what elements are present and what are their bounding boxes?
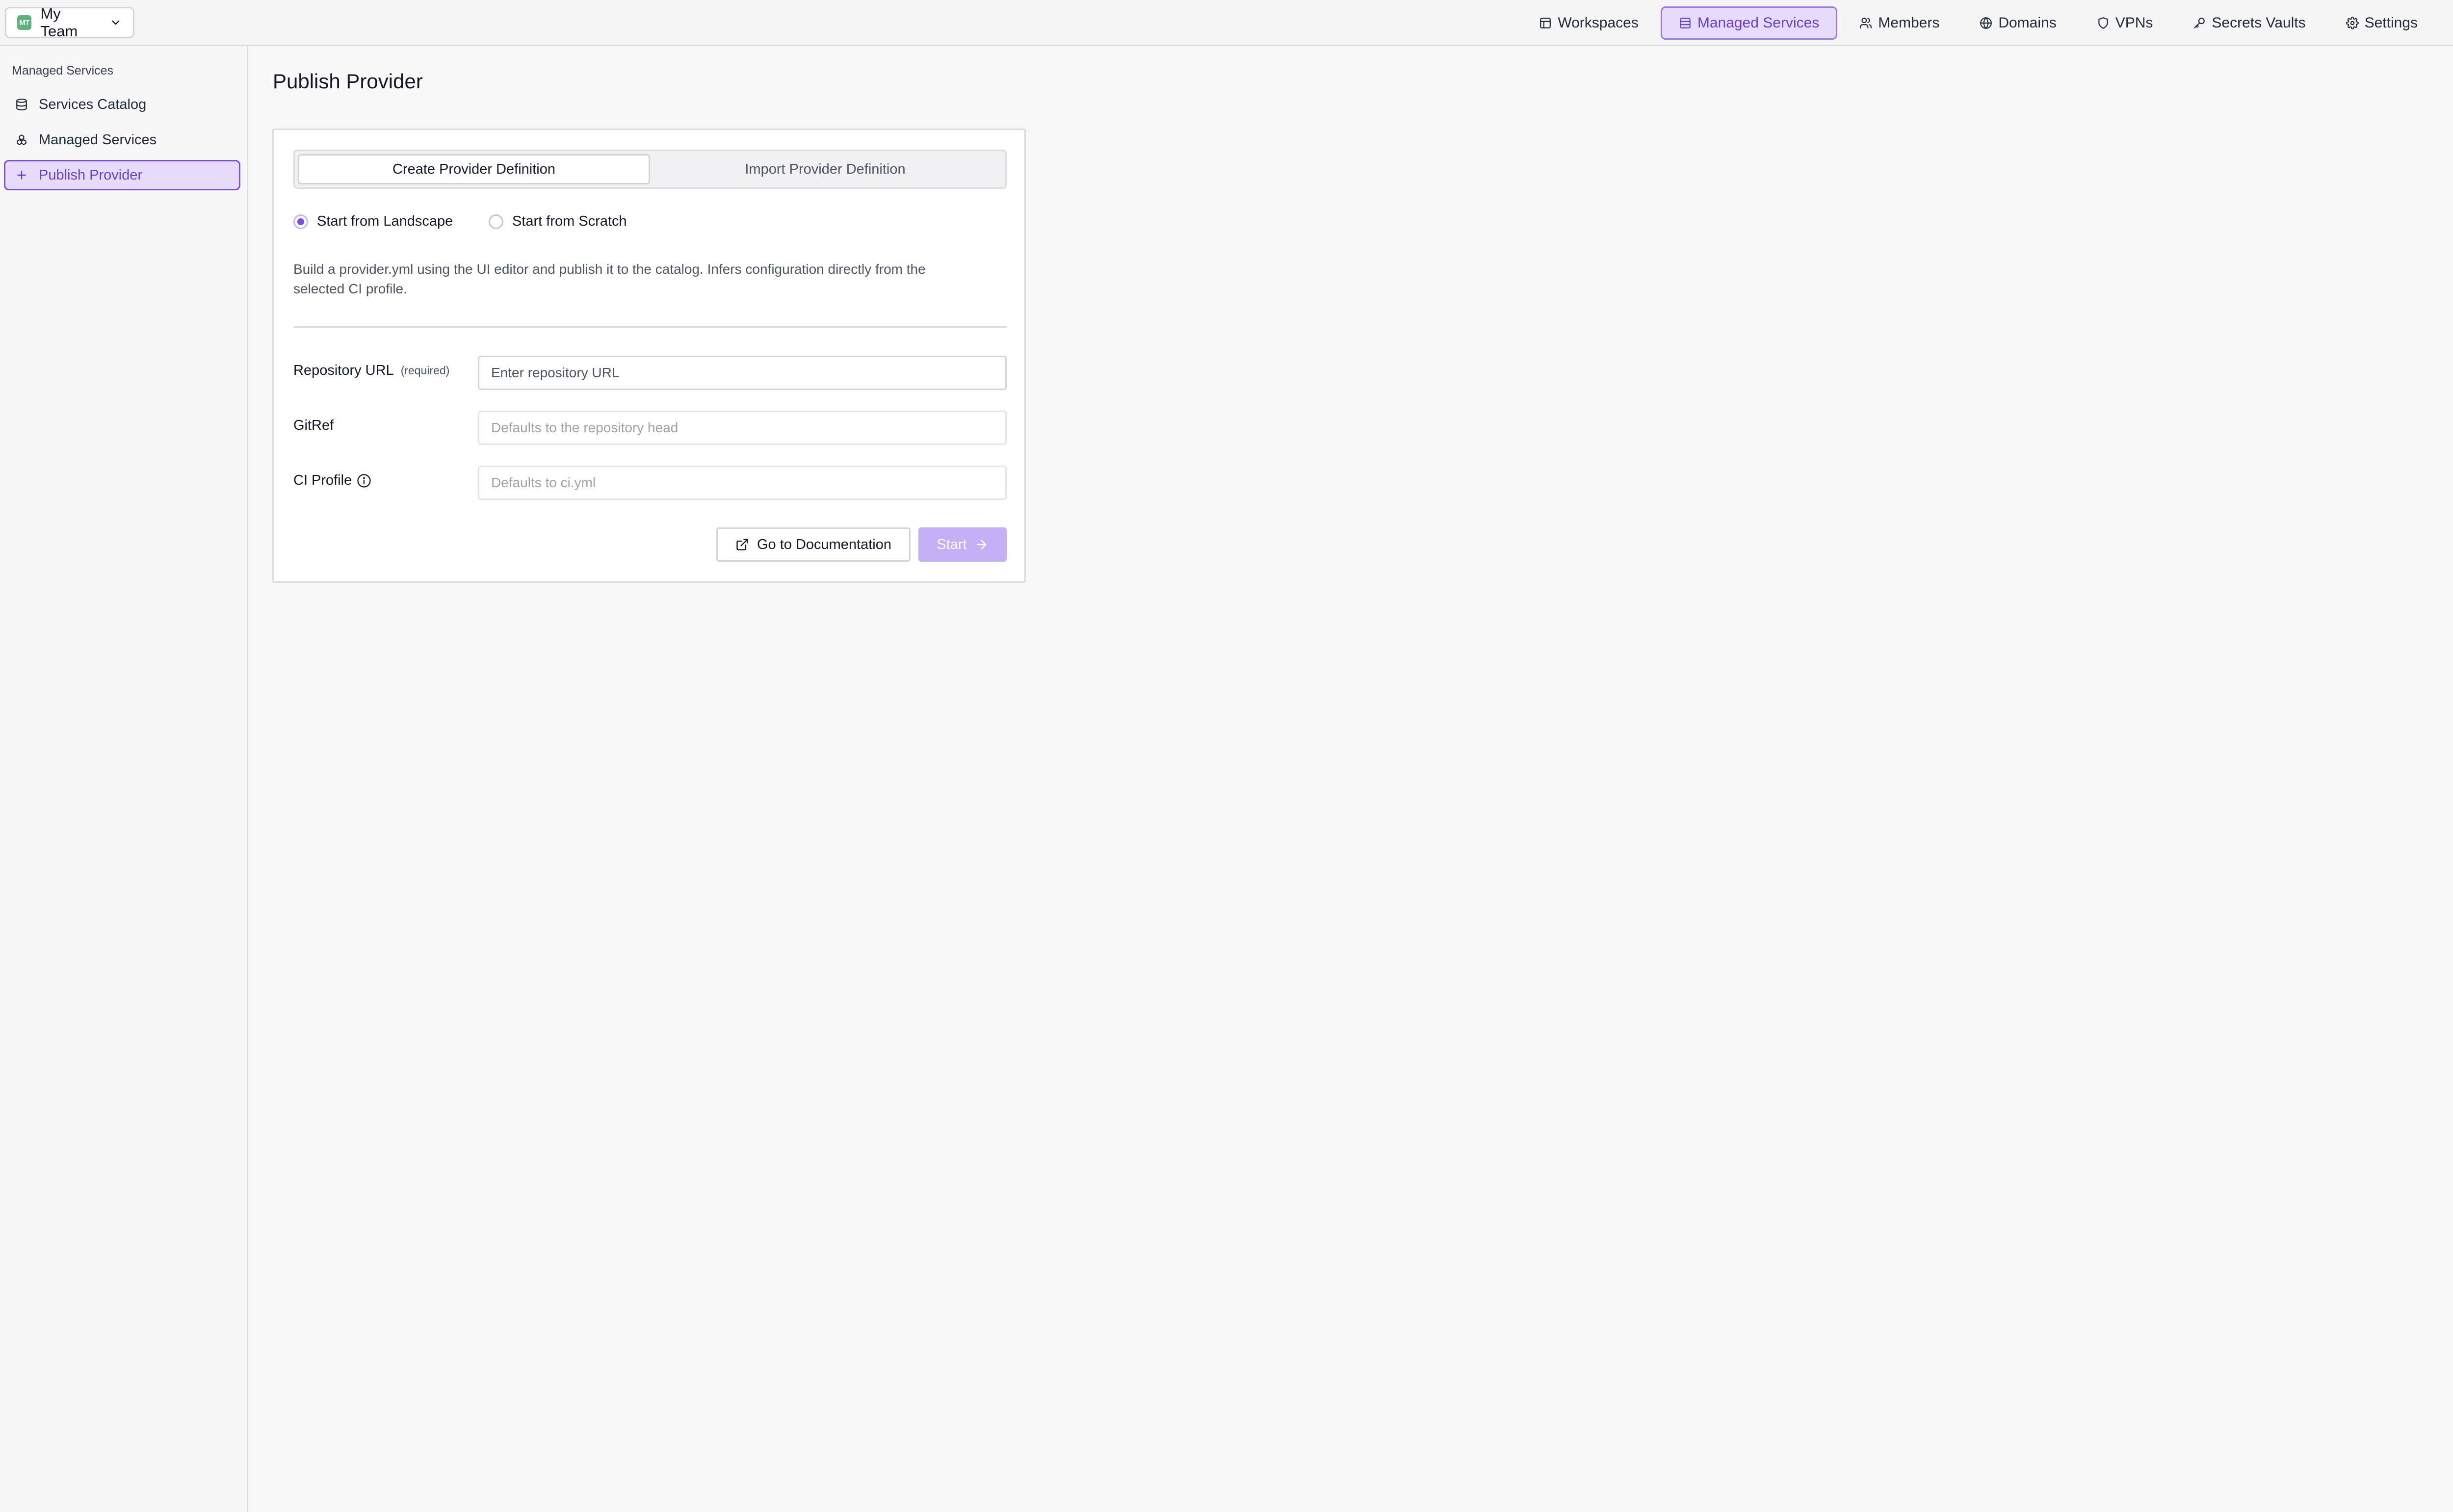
top-nav: Workspaces Managed Services Members Doma…: [1521, 0, 2453, 46]
nav-settings[interactable]: Settings: [2328, 6, 2436, 40]
start-label: Start: [937, 536, 967, 552]
users-icon: [1860, 18, 1872, 28]
nav-managed-services[interactable]: Managed Services: [1660, 6, 1838, 40]
key-icon: [2194, 18, 2205, 28]
database-icon: [16, 99, 27, 110]
radio-start-from-landscape[interactable]: Start from Landscape: [293, 213, 453, 230]
globe-icon: [1980, 17, 1992, 29]
sidebar-item-managed-services[interactable]: Managed Services: [4, 125, 240, 155]
gitref-input[interactable]: [478, 411, 1007, 445]
radio-start-from-scratch[interactable]: Start from Scratch: [489, 213, 627, 230]
nav-vpns-label: VPNs: [2115, 15, 2153, 31]
sidebar: Managed Services Services Catalog Manage…: [0, 46, 248, 1512]
nav-domains[interactable]: Domains: [1961, 6, 2074, 40]
radio-button[interactable]: [489, 214, 503, 229]
mode-description: Build a provider.yml using the UI editor…: [293, 261, 926, 296]
gitref-label-text: GitRef: [293, 417, 334, 433]
radio-button-checked[interactable]: [293, 214, 308, 229]
gitref-label: GitRef: [293, 417, 334, 434]
divider: [293, 326, 1007, 328]
nav-domains-label: Domains: [1998, 15, 2057, 31]
radio-label: Start from Landscape: [317, 213, 453, 229]
chevron-down-icon: [112, 20, 120, 25]
nav-managed-services-label: Managed Services: [1697, 15, 1820, 31]
database-icon: [1679, 18, 1691, 28]
team-badge: MT: [17, 15, 32, 30]
nav-secrets-vaults-label: Secrets Vaults: [2212, 15, 2306, 31]
definition-tabs: Create Provider Definition Import Provid…: [293, 150, 1007, 189]
external-link-icon: [736, 539, 748, 550]
ci-profile-label-text: CI Profile: [293, 472, 352, 488]
sidebar-heading: Managed Services: [12, 64, 114, 78]
tab-import-provider-definition[interactable]: Import Provider Definition: [649, 154, 1001, 184]
sidebar-item-label: Services Catalog: [39, 96, 147, 112]
team-name: My Team: [40, 5, 78, 40]
nav-settings-label: Settings: [2364, 15, 2418, 31]
team-switcher[interactable]: MT My Team: [5, 5, 134, 40]
radio-label: Start from Scratch: [512, 213, 627, 229]
tab-create-provider-definition[interactable]: Create Provider Definition: [298, 154, 650, 184]
info-icon[interactable]: [357, 473, 371, 488]
sidebar-item-publish-provider[interactable]: Publish Provider: [4, 160, 240, 190]
layout-icon: [1540, 18, 1551, 28]
sidebar-item-label: Managed Services: [39, 131, 157, 148]
app-window: MT My Team Workspaces Managed Services M…: [0, 0, 2453, 1512]
repository-url-label: Repository URL (required): [293, 363, 449, 379]
nav-members[interactable]: Members: [1841, 6, 1957, 40]
repository-url-label-text: Repository URL: [293, 363, 394, 378]
sidebar-item-services-catalog[interactable]: Services Catalog: [4, 89, 240, 120]
repository-url-input[interactable]: [478, 356, 1007, 390]
sidebar-item-label: Publish Provider: [39, 167, 143, 183]
shield-icon: [2098, 17, 2108, 29]
page-title: Publish Provider: [273, 70, 423, 93]
boxes-icon: [17, 134, 26, 145]
nav-secrets-vaults[interactable]: Secrets Vaults: [2175, 6, 2323, 40]
go-to-documentation-button[interactable]: Go to Documentation: [716, 527, 911, 562]
ci-profile-input[interactable]: [478, 466, 1007, 500]
ci-profile-label: CI Profile: [293, 472, 371, 489]
arrow-right-icon: [977, 540, 987, 549]
nav-workspaces[interactable]: Workspaces: [1521, 6, 1657, 40]
gear-icon: [2346, 17, 2359, 29]
nav-vpns[interactable]: VPNs: [2079, 6, 2171, 40]
start-button[interactable]: Start: [918, 527, 1007, 562]
required-note: (required): [400, 364, 450, 377]
plus-icon: [17, 171, 26, 180]
nav-workspaces-label: Workspaces: [1558, 15, 1639, 31]
publish-provider-card: Create Provider Definition Import Provid…: [272, 129, 1026, 583]
go-to-documentation-label: Go to Documentation: [757, 536, 892, 552]
nav-members-label: Members: [1878, 15, 1940, 31]
top-bar: MT My Team Workspaces Managed Services M…: [0, 0, 2453, 46]
